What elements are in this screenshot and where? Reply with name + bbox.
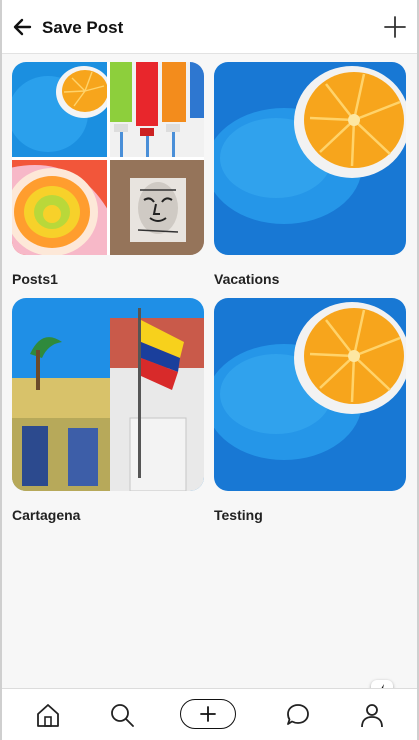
collage-graffiti-tile <box>109 160 204 255</box>
search-icon[interactable] <box>108 701 136 729</box>
add-board-plus-icon[interactable] <box>383 15 407 39</box>
board-cover-blue-orange[interactable] <box>214 62 406 255</box>
page-title: Save Post <box>42 18 124 37</box>
bottom-nav <box>2 688 417 740</box>
profile-icon[interactable] <box>358 701 386 729</box>
board-label: Testing <box>214 507 263 523</box>
top-bar: Save Post <box>2 0 417 54</box>
messages-icon[interactable] <box>284 701 312 729</box>
board-label: Posts1 <box>12 271 58 287</box>
board-card-cartagena[interactable]: Cartagena <box>12 298 206 523</box>
collage-paint-tile <box>109 62 204 157</box>
board-label: Vacations <box>214 271 280 287</box>
home-icon[interactable] <box>34 701 62 729</box>
collage-rainbow-tile <box>12 160 107 255</box>
app-frame: Save Post Posts1 Vacations Cartagena Tes… <box>0 0 419 740</box>
create-plus-icon[interactable] <box>180 699 236 729</box>
board-cover-colorful-street[interactable] <box>12 298 204 491</box>
board-cover-blue-orange[interactable] <box>214 298 406 491</box>
board-card-posts1[interactable]: Posts1 <box>12 62 206 287</box>
board-cover-collage[interactable] <box>12 62 204 255</box>
board-label: Cartagena <box>12 507 81 523</box>
board-card-testing[interactable]: Testing <box>214 298 408 523</box>
board-card-vacations[interactable]: Vacations <box>214 62 408 287</box>
back-arrow-icon[interactable] <box>12 16 34 38</box>
collage-orange-tile <box>12 62 107 157</box>
